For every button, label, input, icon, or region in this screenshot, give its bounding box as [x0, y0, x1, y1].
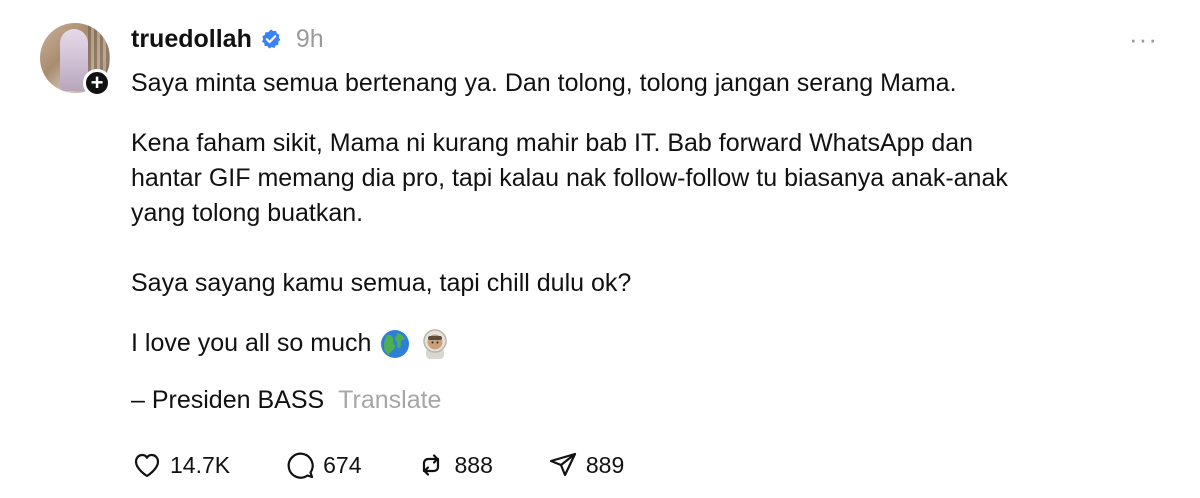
reply-button[interactable]: 674: [284, 449, 361, 481]
paragraph-4-text: I love you all so much: [131, 329, 372, 357]
reply-count: 674: [323, 451, 362, 478]
heart-icon: [134, 453, 160, 478]
repost-count: 888: [454, 451, 493, 478]
paragraph-5: – Presiden BASS Translate: [131, 383, 441, 418]
repost-icon: [423, 454, 440, 476]
paragraph-2-line-3: yang tolong buatkan.: [131, 199, 364, 227]
share-count: 889: [585, 451, 625, 478]
repost-button[interactable]: 888: [415, 449, 493, 481]
more-options-icon[interactable]: ···: [1129, 24, 1158, 55]
signature-text: – Presiden BASS: [131, 386, 325, 414]
post-actions: 14.7K 674 888 889: [131, 446, 678, 484]
paragraph-3: Saya sayang kamu semua, tapi chill dulu …: [131, 269, 632, 297]
follow-plus-icon[interactable]: +: [83, 69, 111, 97]
paragraph-2: Kena faham sikit, Mama ni kurang mahir b…: [131, 126, 1008, 231]
paragraph-1: Saya minta semua bertenang ya. Dan tolon…: [131, 69, 957, 97]
like-button[interactable]: 14.7K: [131, 449, 230, 481]
comment-icon: [287, 452, 314, 479]
paragraph-2-line-1: Kena faham sikit, Mama ni kurang mahir b…: [131, 129, 974, 157]
verified-badge-icon: [261, 29, 281, 49]
paragraph-2-line-2: hantar GIF memang dia pro, tapi kalau na…: [131, 164, 1008, 192]
globe-americas-icon: [381, 329, 410, 358]
post-header: truedollah 9h: [131, 22, 324, 56]
translate-link[interactable]: Translate: [338, 386, 441, 414]
share-button[interactable]: 889: [547, 449, 624, 481]
astronaut-icon: [423, 328, 448, 359]
avatar-container[interactable]: +: [40, 23, 111, 97]
post-timestamp: 9h: [295, 24, 324, 53]
paragraph-4: I love you all so much: [131, 326, 451, 361]
username[interactable]: truedollah: [131, 25, 252, 54]
send-icon: [549, 452, 576, 477]
like-count: 14.7K: [170, 451, 231, 478]
